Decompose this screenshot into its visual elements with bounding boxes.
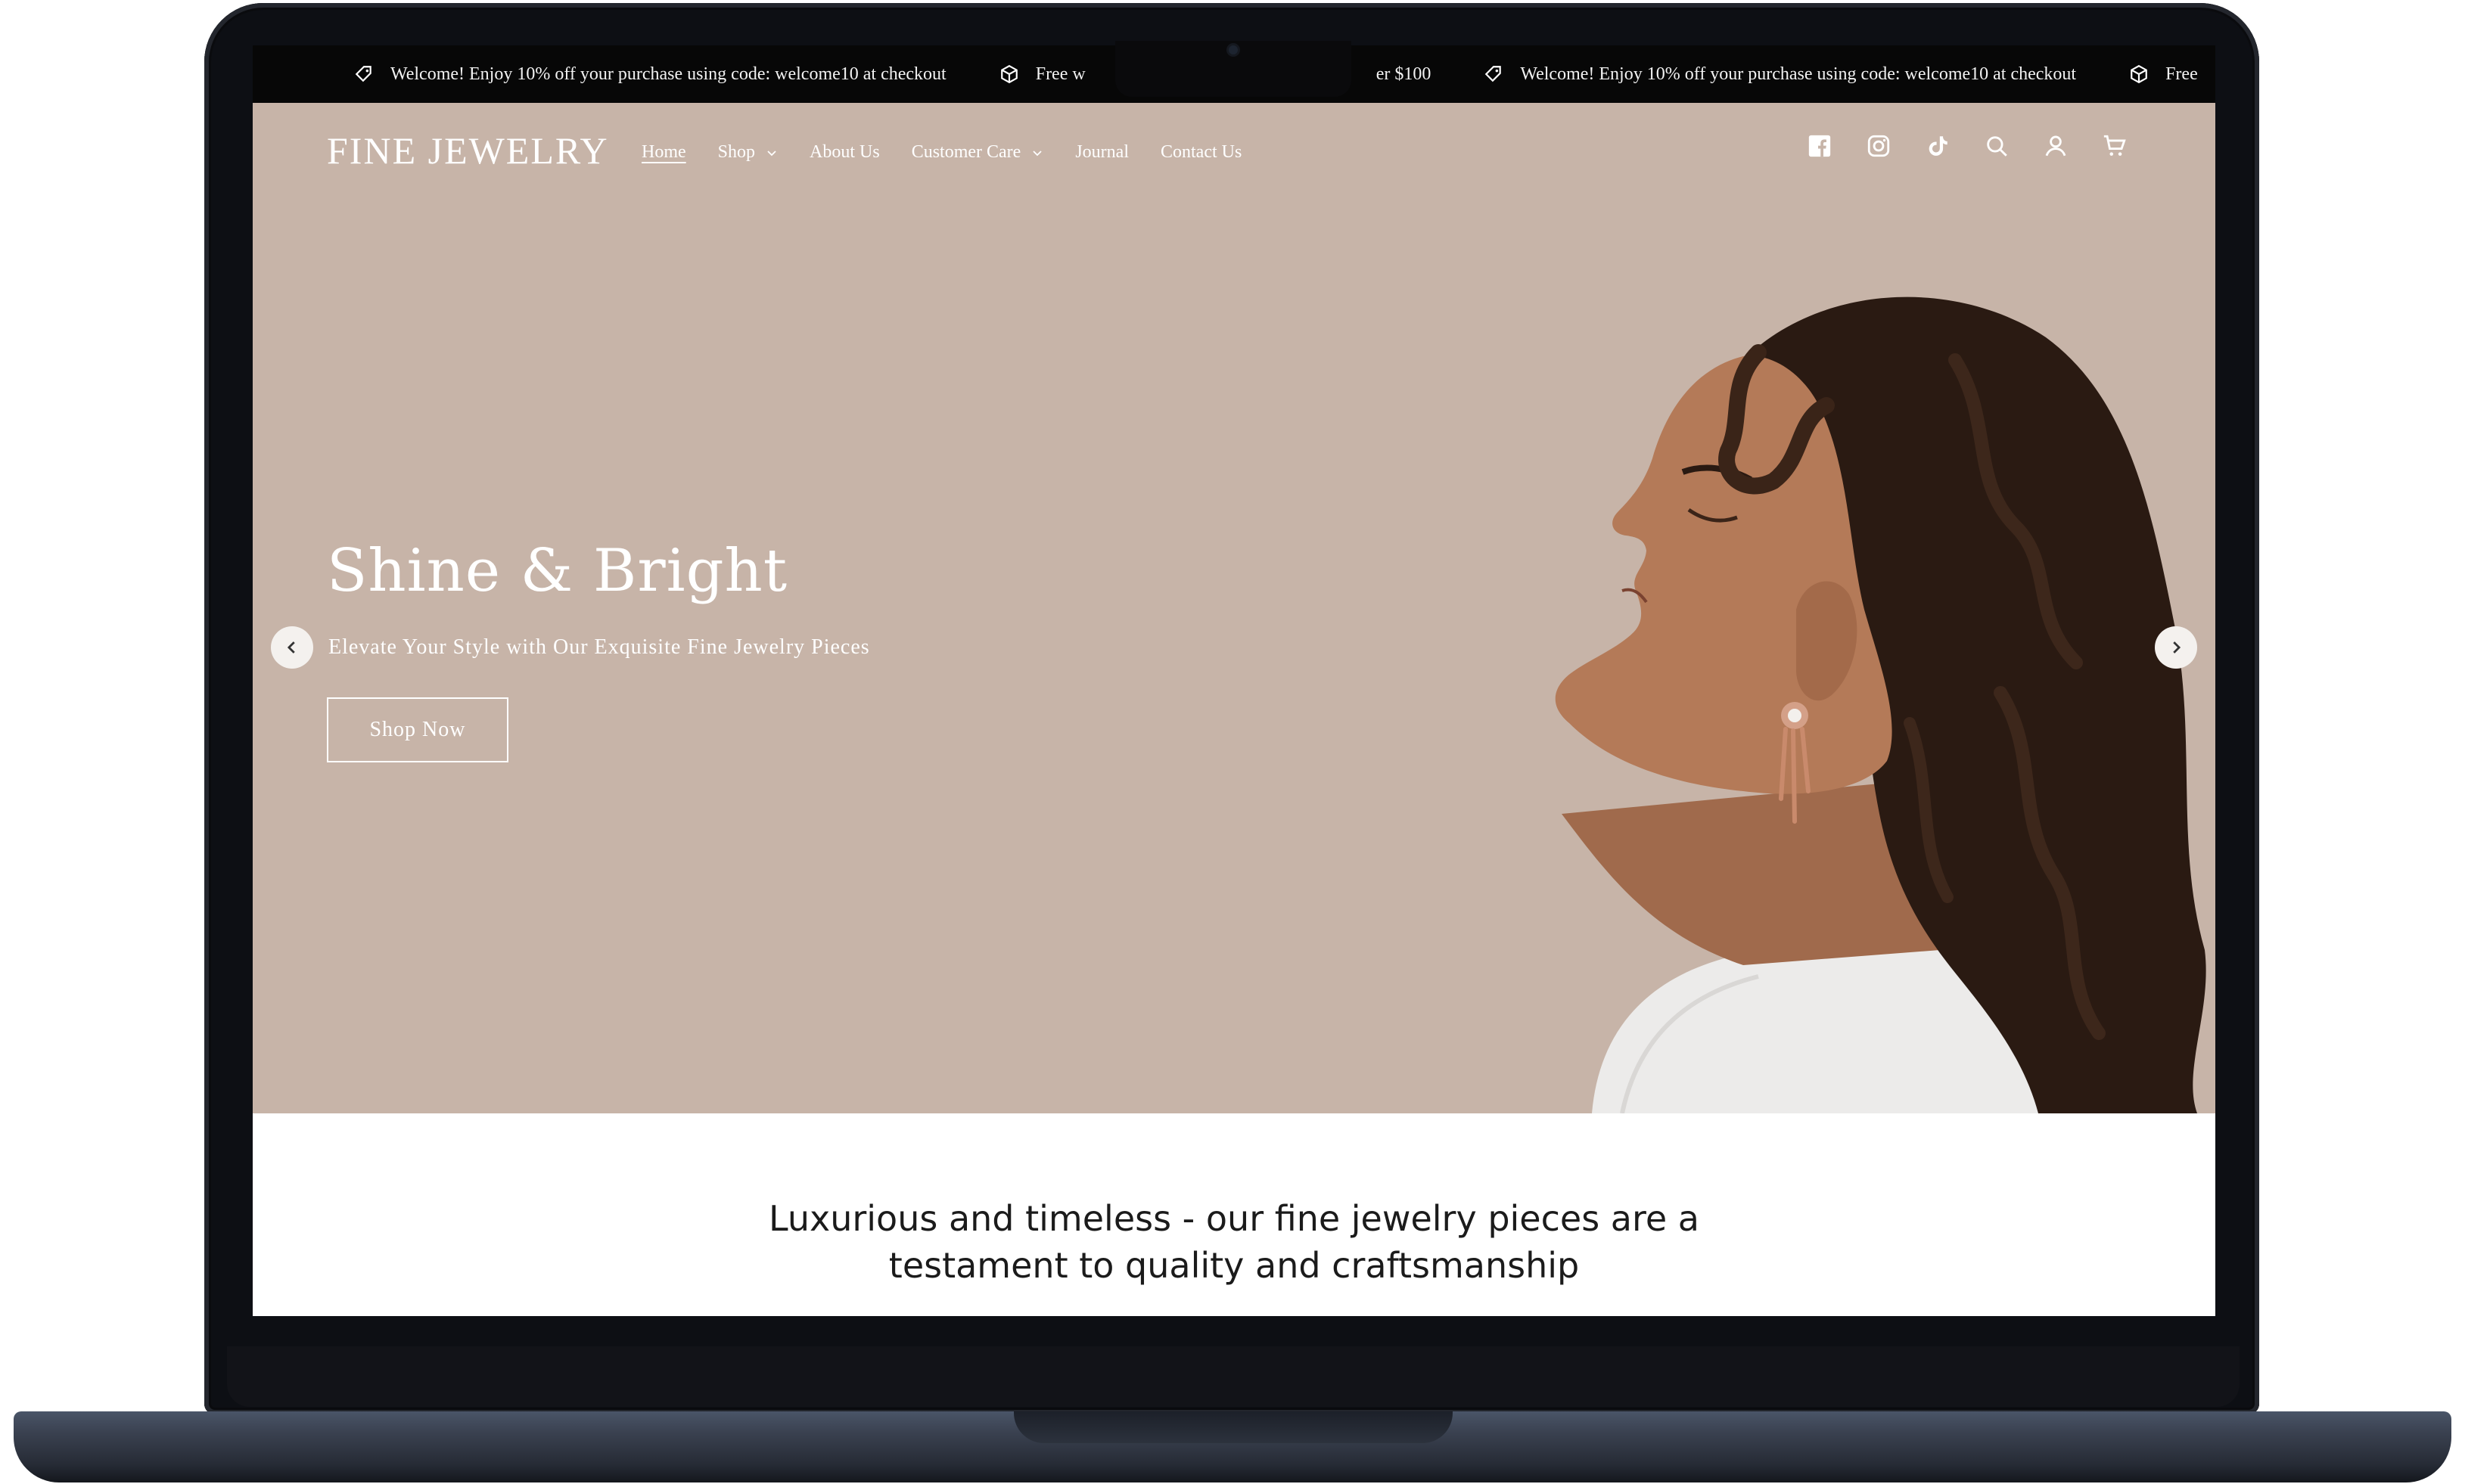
facebook-icon[interactable]: [1804, 130, 1836, 162]
search-icon[interactable]: [1981, 130, 2013, 162]
slideshow-prev-button[interactable]: [271, 626, 313, 669]
chevron-left-icon: [287, 641, 295, 654]
box-icon: [1000, 64, 1018, 84]
cart-icon[interactable]: [2099, 130, 2131, 162]
announcement-item: Welcome! Enjoy 10% off your purchase usi…: [1484, 64, 2076, 85]
chevron-down-icon: [1033, 150, 1042, 156]
site-logo[interactable]: FINE JEWELRY: [327, 129, 609, 172]
laptop-opening-notch: [1014, 1411, 1453, 1443]
announcement-text: Free w: [1035, 64, 1086, 84]
hero-banner: FINE JEWELRY Home Shop About Us Customer…: [253, 103, 2215, 1113]
nav-item-home[interactable]: Home: [642, 142, 686, 163]
model-portrait-image: [1555, 296, 2206, 1113]
header-icons: [1804, 130, 2131, 162]
instagram-icon[interactable]: [1863, 130, 1895, 162]
tag-icon: [1485, 66, 1502, 82]
announcement-item: er $100: [1376, 64, 1431, 85]
webcam-icon: [1229, 45, 1238, 54]
nav-item-contact-us[interactable]: Contact Us: [1161, 142, 1242, 163]
announcement-item: Free w: [999, 64, 1086, 85]
site-header: FINE JEWELRY Home Shop About Us Customer…: [253, 103, 2215, 209]
chevron-down-icon: [767, 150, 776, 156]
laptop-chin: [227, 1346, 2240, 1407]
box-icon: [2131, 64, 2147, 84]
announcement-text: Welcome! Enjoy 10% off your purchase usi…: [390, 64, 947, 84]
announcement-text: er $100: [1375, 64, 1431, 84]
hero-title: Shine & Bright: [327, 537, 788, 605]
nav-label: Home: [642, 142, 686, 162]
nav-label: Journal: [1075, 142, 1129, 162]
chevron-right-icon: [2173, 641, 2181, 654]
announcement-item: Welcome! Enjoy 10% off your purchase usi…: [354, 64, 947, 85]
nav-item-customer-care[interactable]: Customer Care: [912, 142, 1044, 163]
shop-now-button[interactable]: Shop Now: [327, 697, 508, 762]
tag-icon: [355, 66, 371, 82]
intro-line-1: Luxurious and timeless - our fine jewelr…: [769, 1198, 1699, 1239]
nav-item-shop[interactable]: Shop: [718, 142, 778, 163]
browser-screen: Welcome! Enjoy 10% off your purchase usi…: [253, 45, 2215, 1316]
nav-label: Customer Care: [911, 142, 1021, 162]
nav-item-journal[interactable]: Journal: [1075, 142, 1129, 163]
account-icon[interactable]: [2040, 130, 2072, 162]
main-navigation: Home Shop About Us Customer Care Journal…: [642, 142, 1273, 163]
nav-label: Contact Us: [1160, 142, 1242, 162]
nav-label: Shop: [717, 142, 756, 162]
slideshow-next-button[interactable]: [2155, 626, 2197, 669]
nav-item-about-us[interactable]: About Us: [810, 142, 880, 163]
intro-line-2: testament to quality and craftsmanship: [888, 1245, 1580, 1286]
nav-label: About Us: [810, 142, 880, 162]
announcement-text: Welcome! Enjoy 10% off your purchase usi…: [1520, 64, 2077, 84]
announcement-item: Free: [2129, 64, 2198, 85]
intro-tagline: Luxurious and timeless - our fine jewelr…: [253, 1195, 2215, 1289]
hero-subtitle: Elevate Your Style with Our Exquisite Fi…: [328, 635, 870, 659]
tiktok-icon[interactable]: [1922, 130, 1954, 162]
announcement-text: Free: [2165, 64, 2198, 84]
